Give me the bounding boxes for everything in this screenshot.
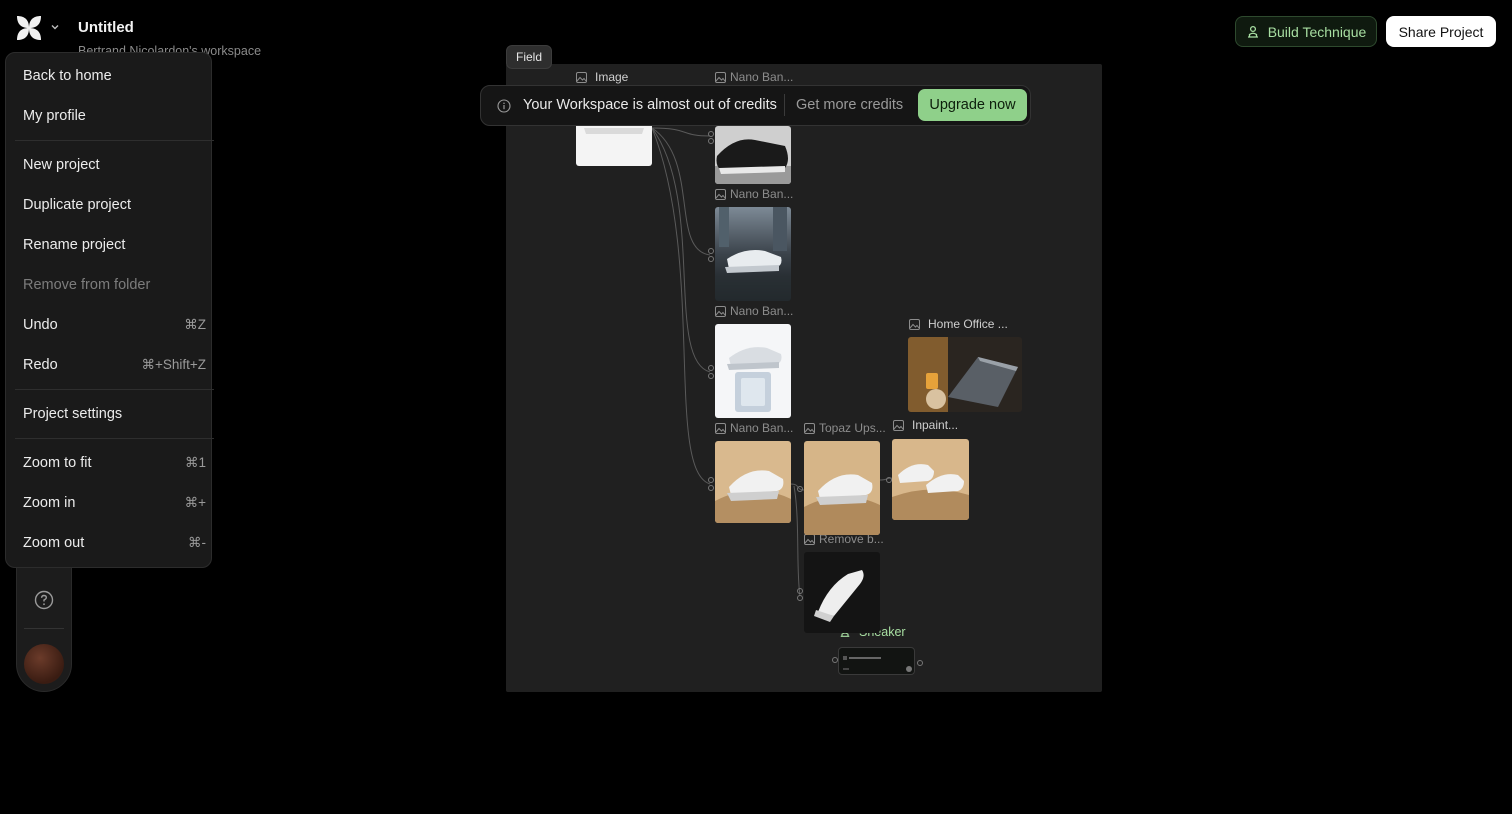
node-label-nano-banana: Nano Ban... xyxy=(715,187,793,201)
node-port[interactable] xyxy=(797,595,803,601)
node-port[interactable] xyxy=(708,485,714,491)
get-more-credits-link[interactable]: Get more credits xyxy=(796,97,903,113)
info-icon xyxy=(497,99,511,113)
node-label-nano-banana: Nano Ban... xyxy=(715,421,793,435)
build-technique-button[interactable]: Build Technique xyxy=(1235,16,1377,47)
node-image-black-sneaker[interactable] xyxy=(715,126,791,184)
node-port[interactable] xyxy=(708,131,714,137)
chevron-down-icon[interactable] xyxy=(49,21,61,33)
image-icon xyxy=(893,419,904,431)
menu-item-back-to-home[interactable]: Back to home xyxy=(23,68,206,84)
node-image-removed-background[interactable] xyxy=(804,552,880,633)
image-icon xyxy=(909,318,920,330)
node-port[interactable] xyxy=(708,477,714,483)
node-port[interactable] xyxy=(708,365,714,371)
field-tooltip: Field xyxy=(506,45,553,69)
menu-item-new-project[interactable]: New project xyxy=(23,157,206,173)
node-image-home-office[interactable] xyxy=(908,337,1022,412)
node-image-ice-sneaker[interactable] xyxy=(715,324,791,418)
node-image-source[interactable] xyxy=(576,126,652,166)
help-icon[interactable] xyxy=(34,590,54,610)
build-technique-label: Build Technique xyxy=(1267,23,1367,40)
menu-divider xyxy=(15,140,214,141)
node-image-inpaint[interactable] xyxy=(892,439,969,520)
node-label-image: Image xyxy=(576,70,628,84)
node-port[interactable] xyxy=(708,373,714,379)
image-icon xyxy=(715,422,726,434)
person-upload-icon xyxy=(1247,25,1258,38)
node-label-home-office: Home Office ... xyxy=(909,317,1008,331)
menu-item-project-settings[interactable]: Project settings xyxy=(23,406,206,422)
node-label-topaz-upscale: Topaz Ups... xyxy=(804,421,886,435)
node-label-nano-banana: Nano Ban... xyxy=(715,70,793,84)
image-icon xyxy=(804,533,815,545)
credits-message: Your Workspace is almost out of credits xyxy=(523,97,777,113)
node-port[interactable] xyxy=(708,248,714,254)
technique-card-sneaker[interactable] xyxy=(838,647,915,675)
image-icon xyxy=(576,71,587,83)
node-port[interactable] xyxy=(917,660,923,666)
menu-item-redo[interactable]: Redo ⌘+Shift+Z xyxy=(23,357,206,373)
node-port[interactable] xyxy=(797,588,803,594)
menu-item-duplicate-project[interactable]: Duplicate project xyxy=(23,197,206,213)
image-icon xyxy=(715,305,726,317)
image-icon xyxy=(804,422,815,434)
menu-item-rename-project[interactable]: Rename project xyxy=(23,237,206,253)
menu-item-zoom-to-fit[interactable]: Zoom to fit ⌘1 xyxy=(23,455,206,471)
upgrade-now-button[interactable]: Upgrade now xyxy=(918,89,1027,121)
avatar[interactable] xyxy=(24,644,64,684)
node-image-street-sneaker[interactable] xyxy=(715,207,791,301)
node-label-nano-banana: Nano Ban... xyxy=(715,304,793,318)
menu-item-my-profile[interactable]: My profile xyxy=(23,108,206,124)
toolbar-divider xyxy=(24,628,64,629)
menu-divider xyxy=(15,438,214,439)
node-port[interactable] xyxy=(797,486,803,492)
node-port[interactable] xyxy=(708,138,714,144)
project-menu: Back to home My profile New project Dupl… xyxy=(5,52,214,568)
menu-item-zoom-in[interactable]: Zoom in ⌘+ xyxy=(23,495,206,511)
node-image-topaz-upscale[interactable] xyxy=(804,441,880,535)
node-port[interactable] xyxy=(708,256,714,262)
project-title[interactable]: Untitled xyxy=(78,19,134,36)
menu-item-remove-from-folder[interactable]: Remove from folder xyxy=(23,277,206,293)
banner-divider xyxy=(784,94,785,116)
share-project-button[interactable]: Share Project xyxy=(1386,16,1496,47)
image-icon xyxy=(715,71,726,83)
menu-item-zoom-out[interactable]: Zoom out ⌘- xyxy=(23,535,206,551)
logo-icon[interactable] xyxy=(16,15,42,41)
node-label-inpaint: Inpaint... xyxy=(893,418,958,432)
menu-item-undo[interactable]: Undo ⌘Z xyxy=(23,317,206,333)
menu-divider xyxy=(15,389,214,390)
image-icon xyxy=(715,188,726,200)
node-image-sand-sneaker[interactable] xyxy=(715,441,791,523)
